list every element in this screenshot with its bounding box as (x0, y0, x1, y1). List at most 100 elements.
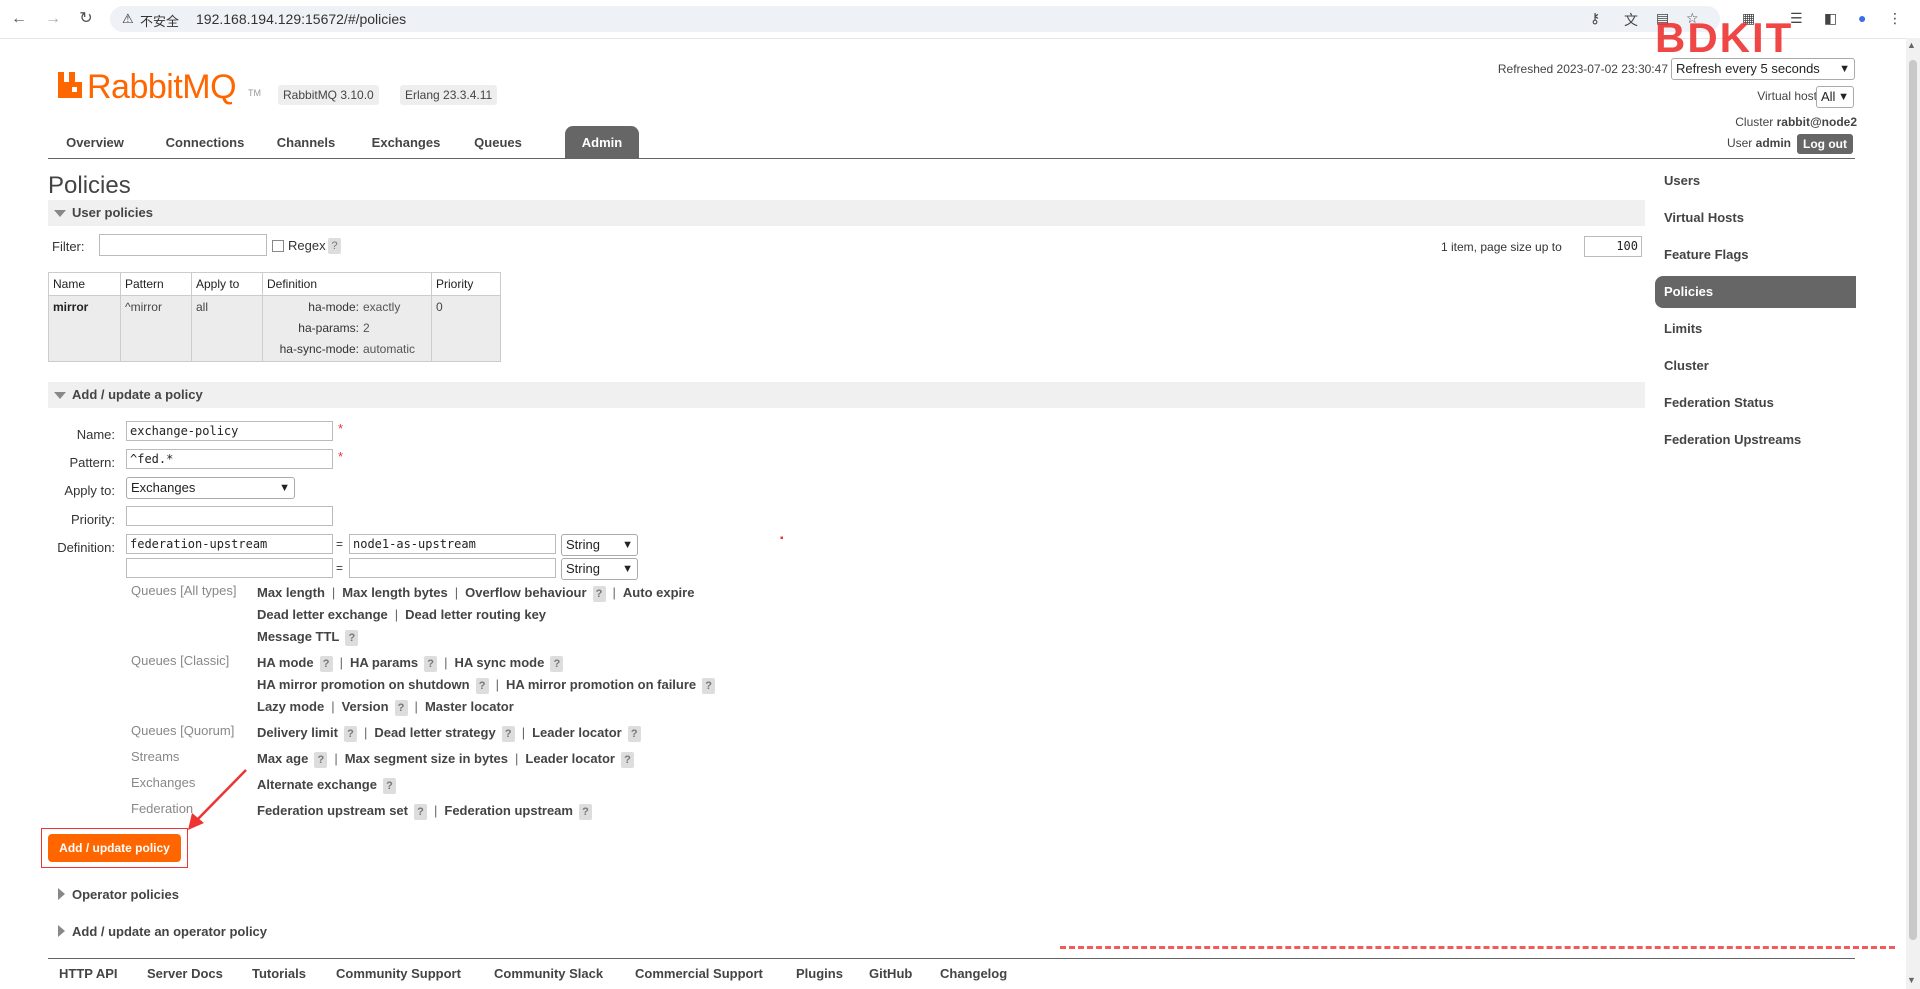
logout-button[interactable]: Log out (1797, 134, 1853, 154)
helper-ha-params[interactable]: HA params (350, 655, 418, 670)
warning-icon[interactable]: ⚠ (122, 11, 134, 27)
help-icon[interactable]: ? (550, 655, 564, 672)
helper-auto-expire[interactable]: Auto expire (623, 585, 695, 600)
help-icon[interactable]: ? (592, 585, 606, 602)
helper-dead-letter-exchange[interactable]: Dead letter exchange (257, 607, 388, 622)
help-icon[interactable]: ? (343, 725, 357, 742)
help-icon[interactable]: ? (627, 725, 641, 742)
help-icon[interactable]: ? (578, 803, 592, 820)
footer-plugins[interactable]: Plugins (796, 966, 843, 981)
helper-federation-upstream-set[interactable]: Federation upstream set (257, 803, 408, 818)
helper-lazy-mode[interactable]: Lazy mode (257, 699, 324, 714)
col-name[interactable]: Name (48, 272, 121, 296)
helper-max-age[interactable]: Max age (257, 751, 308, 766)
definition-type-select[interactable]: String ▼ (561, 534, 638, 556)
nav-policies[interactable]: Policies (1655, 276, 1856, 308)
footer-github[interactable]: GitHub (869, 966, 912, 981)
regex-checkbox[interactable] (272, 240, 284, 252)
translate-icon[interactable]: 文 (1624, 10, 1638, 30)
definition-key-input[interactable]: federation-upstream (126, 534, 333, 554)
url-text[interactable]: 192.168.194.129:15672/#/policies (196, 11, 406, 27)
help-icon[interactable]: ? (620, 751, 634, 768)
policy-priority-input[interactable] (126, 506, 333, 526)
footer-server-docs[interactable]: Server Docs (147, 966, 223, 981)
tab-exchanges[interactable]: Exchanges (360, 126, 452, 158)
back-icon[interactable]: ← (8, 8, 30, 30)
footer-community-support[interactable]: Community Support (336, 966, 461, 981)
helper-dead-letter-routing-key[interactable]: Dead letter routing key (405, 607, 546, 622)
scroll-down-icon[interactable]: ▼ (1907, 975, 1916, 985)
help-icon[interactable]: ? (394, 699, 408, 716)
helper-max-segment-size[interactable]: Max segment size in bytes (345, 751, 508, 766)
footer-community-slack[interactable]: Community Slack (494, 966, 603, 981)
nav-federation-status[interactable]: Federation Status (1655, 387, 1856, 419)
table-row[interactable]: mirror ^mirror all ha-mode: exactly ha-pa… (48, 295, 501, 362)
tab-admin[interactable]: Admin (565, 126, 639, 158)
add-operator-policy-header[interactable]: Add / update an operator policy (48, 919, 1645, 945)
nav-users[interactable]: Users (1655, 165, 1856, 197)
scrollbar-thumb[interactable] (1909, 60, 1917, 940)
sidepanel-icon[interactable]: ◧ (1824, 10, 1837, 27)
help-icon[interactable]: ? (702, 677, 716, 694)
tab-queues[interactable]: Queues (464, 126, 532, 158)
helper-overflow[interactable]: Overflow behaviour (465, 585, 586, 600)
helper-ha-promotion-failure[interactable]: HA mirror promotion on failure (506, 677, 696, 692)
definition-value-input-empty[interactable] (349, 558, 556, 578)
add-policy-header[interactable]: Add / update a policy (48, 382, 1645, 408)
footer-tutorials[interactable]: Tutorials (252, 966, 306, 981)
tab-connections[interactable]: Connections (156, 126, 254, 158)
policy-pattern-input[interactable]: ^fed.* (126, 449, 333, 469)
menu-icon[interactable]: ⋮ (1888, 10, 1902, 27)
footer-http-api[interactable]: HTTP API (59, 966, 118, 981)
page-size-input[interactable]: 100 (1584, 236, 1642, 257)
help-icon[interactable]: ? (475, 677, 489, 694)
reload-icon[interactable]: ↻ (75, 8, 97, 30)
nav-feature-flags[interactable]: Feature Flags (1655, 239, 1856, 271)
help-icon[interactable]: ? (501, 725, 515, 742)
help-icon[interactable]: ? (414, 803, 427, 820)
tab-overview[interactable]: Overview (48, 126, 142, 158)
helper-delivery-limit[interactable]: Delivery limit (257, 725, 338, 740)
helper-max-length[interactable]: Max length (257, 585, 325, 600)
add-update-policy-button[interactable]: Add / update policy (48, 834, 181, 862)
key-icon[interactable]: ⚷ (1590, 10, 1600, 27)
helper-alternate-exchange[interactable]: Alternate exchange (257, 777, 377, 792)
nav-federation-upstreams[interactable]: Federation Upstreams (1655, 424, 1856, 456)
nav-limits[interactable]: Limits (1655, 313, 1856, 345)
regex-help[interactable]: ? (328, 237, 341, 254)
scroll-up-icon[interactable]: ▲ (1907, 40, 1916, 50)
filter-input[interactable] (99, 234, 267, 256)
user-policies-header[interactable]: User policies (48, 200, 1645, 226)
helper-dead-letter-strategy[interactable]: Dead letter strategy (374, 725, 495, 740)
profile-icon[interactable]: ● (1858, 10, 1866, 26)
help-icon[interactable]: ? (345, 629, 359, 646)
helper-ha-sync-mode[interactable]: HA sync mode (455, 655, 545, 670)
help-icon[interactable]: ? (314, 751, 328, 768)
col-pattern[interactable]: Pattern (120, 272, 192, 296)
helper-max-length-bytes[interactable]: Max length bytes (342, 585, 447, 600)
virtual-host-select[interactable]: All ▼ (1816, 86, 1854, 108)
help-icon[interactable]: ? (382, 777, 396, 794)
helper-ha-mode[interactable]: HA mode (257, 655, 314, 670)
help-icon[interactable]: ? (424, 655, 438, 672)
col-definition[interactable]: Definition (262, 272, 432, 296)
policy-name-input[interactable]: exchange-policy (126, 421, 333, 441)
definition-value-input[interactable]: node1-as-upstream (349, 534, 556, 554)
insecure-label[interactable]: 不安全 (140, 11, 179, 30)
footer-commercial-support[interactable]: Commercial Support (635, 966, 763, 981)
helper-leader-locator[interactable]: Leader locator (525, 751, 615, 766)
nav-cluster[interactable]: Cluster (1655, 350, 1856, 382)
definition-key-input-empty[interactable] (126, 558, 333, 578)
apply-to-select[interactable]: Exchanges ▼ (126, 477, 295, 499)
helper-master-locator[interactable]: Master locator (425, 699, 514, 714)
helper-leader-locator[interactable]: Leader locator (532, 725, 622, 740)
helper-federation-upstream[interactable]: Federation upstream (444, 803, 573, 818)
helper-version[interactable]: Version (342, 699, 389, 714)
col-priority[interactable]: Priority (431, 272, 501, 296)
policy-name[interactable]: mirror (48, 295, 121, 362)
refresh-interval-select[interactable]: Refresh every 5 seconds ▼ (1671, 58, 1855, 80)
help-icon[interactable]: ? (319, 655, 333, 672)
nav-virtual-hosts[interactable]: Virtual Hosts (1655, 202, 1856, 234)
forward-icon[interactable]: → (42, 8, 64, 30)
helper-message-ttl[interactable]: Message TTL (257, 629, 339, 644)
